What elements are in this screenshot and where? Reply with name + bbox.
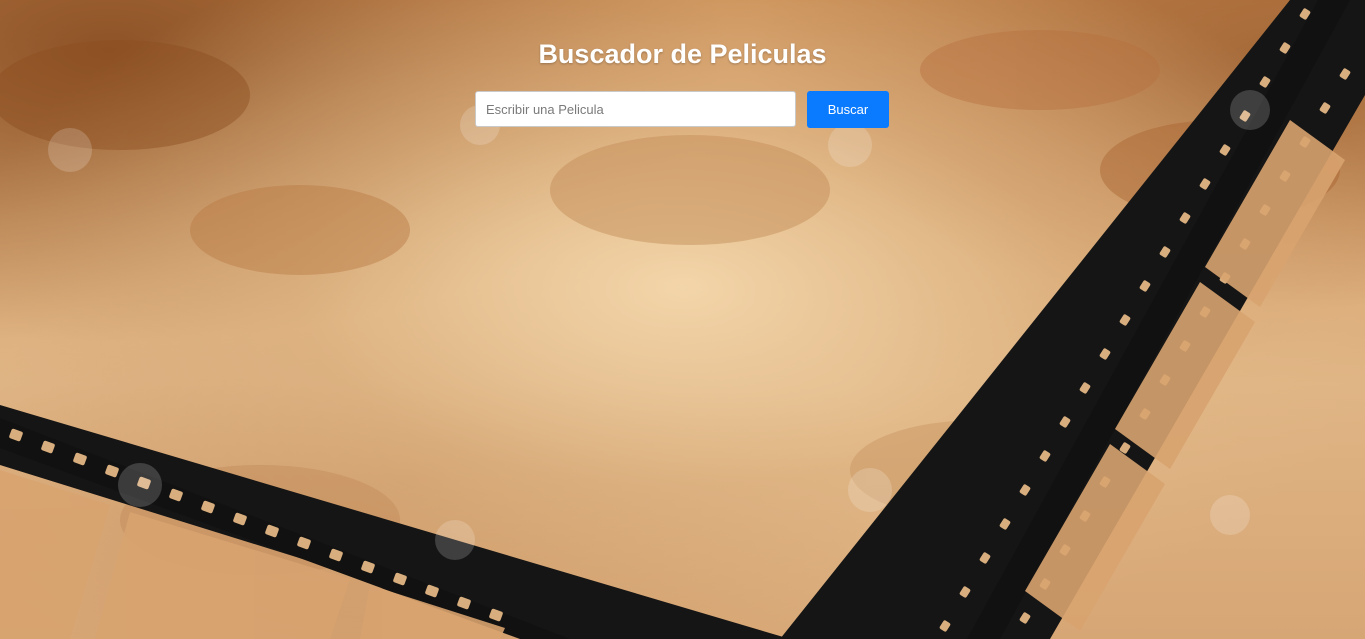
search-button[interactable]: Buscar bbox=[807, 91, 889, 128]
page-header: Buscador de Peliculas bbox=[0, 38, 1365, 70]
search-input[interactable] bbox=[475, 91, 796, 127]
page-title: Buscador de Peliculas bbox=[538, 39, 827, 69]
search-form: Buscar bbox=[475, 91, 889, 128]
